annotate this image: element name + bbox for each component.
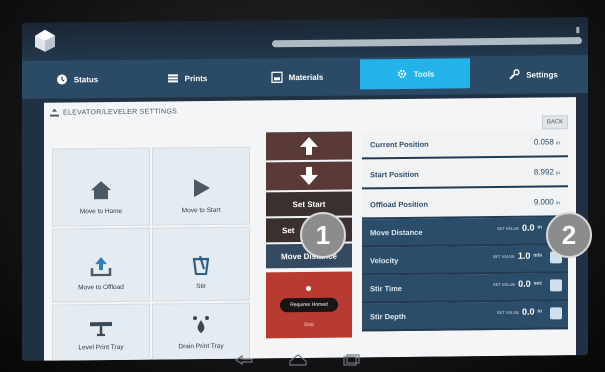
move-down-button[interactable] (266, 161, 352, 191)
tablet-screen: ▮ Status Prints Materials Tools Settings… (22, 17, 588, 361)
velocity-row[interactable]: Velocity SET VALUE 1.0 in/s (362, 245, 568, 276)
row-label: Move Distance (370, 227, 423, 238)
wrench-icon (509, 69, 520, 80)
print-progress-bar (272, 37, 582, 48)
move-to-home-button[interactable]: Move to Home (52, 147, 150, 227)
tile-label: Move to Home (79, 207, 123, 216)
callout-marker-2: 2 (546, 212, 592, 258)
tab-label: Materials (288, 72, 324, 82)
stop-button[interactable]: Requires Homed Stop (266, 271, 352, 339)
stir-depth-row[interactable]: Stir Depth SET VALUE 0.0 in (362, 301, 568, 332)
value-number: 1.0 (517, 250, 531, 261)
panel-title-text: ELEVATOR/LEVELER SETTINGS (63, 107, 178, 117)
set-value-tag: SET VALUE (492, 253, 515, 259)
set-value-tag: SET VALUE (496, 225, 520, 231)
value-number: 0.0 (522, 222, 535, 233)
clock-icon (56, 74, 67, 85)
value-unit: in (556, 140, 560, 147)
recent-apps-icon[interactable] (342, 354, 362, 366)
main-tabs: Status Prints Materials Tools Settings (22, 55, 588, 99)
value-unit: in (556, 200, 560, 207)
stop-dot-icon (306, 285, 311, 291)
home-icon (91, 181, 111, 200)
tab-tools[interactable]: Tools (360, 58, 470, 90)
tile-label: Move to Offload (78, 283, 124, 292)
play-icon (194, 179, 210, 198)
value-unit: in (556, 170, 560, 177)
set-value: SET VALUE 0.0 in (497, 307, 542, 317)
tab-label: Tools (413, 69, 435, 79)
tab-settings[interactable]: Settings (478, 55, 588, 94)
set-value-tag: SET VALUE (496, 309, 520, 315)
stir-icon (192, 255, 210, 276)
edit-pencil-icon[interactable] (550, 307, 562, 320)
start-position-row: Start Position 8.992 in (362, 159, 568, 190)
set-start-button[interactable]: Set Start (266, 191, 352, 217)
top-bar: ▮ (22, 17, 588, 61)
row-label: Stir Time (370, 283, 402, 294)
edit-pencil-icon[interactable] (550, 279, 562, 292)
arrow-down-icon (300, 166, 318, 185)
home-nav-icon[interactable] (288, 354, 308, 366)
tile-label: Stir (196, 283, 206, 291)
stop-label: Stop (303, 321, 315, 329)
requires-homed-label: Requires Homed (280, 297, 338, 313)
arrow-up-icon (300, 136, 318, 155)
row-label: Velocity (370, 256, 399, 266)
row-value: 9.000 in (534, 197, 560, 206)
app-logo-icon (35, 29, 55, 52)
stir-button[interactable]: Stir (152, 226, 250, 302)
tab-status[interactable]: Status (22, 60, 132, 99)
row-label: Start Position (370, 169, 419, 180)
back-nav-icon[interactable] (234, 354, 254, 366)
elevator-icon (50, 108, 59, 117)
value-number: 0.0 (518, 278, 531, 289)
back-button[interactable]: BACK (542, 115, 568, 130)
row-value: 8.992 in (534, 167, 560, 176)
tile-label: Move to Start (181, 206, 221, 215)
elevator-control-column: Set Start Set Move Distance Requires Hom… (266, 131, 352, 339)
move-to-start-button[interactable]: Move to Start (152, 146, 250, 226)
tab-label: Status (73, 74, 99, 84)
materials-icon (271, 71, 283, 83)
set-value: SET VALUE 0.0 sec (493, 279, 542, 290)
row-value: 0.058 in (534, 137, 560, 146)
drain-icon (193, 316, 209, 334)
value-number: 8.992 (533, 167, 554, 177)
row-label: Stir Depth (370, 311, 406, 322)
list-icon (167, 74, 178, 83)
value-unit: sec (533, 280, 542, 287)
value-unit: in (537, 308, 542, 315)
system-nav-bar (0, 352, 605, 372)
value-number: 0.058 (533, 137, 554, 147)
value-unit: in (537, 224, 542, 231)
callout-marker-1: 1 (300, 212, 346, 258)
battery-icon: ▮ (575, 25, 580, 35)
stir-time-row[interactable]: Stir Time SET VALUE 0.0 sec (362, 273, 568, 304)
panel-title: ELEVATOR/LEVELER SETTINGS (50, 107, 178, 117)
set-value-tag: SET VALUE (492, 281, 516, 287)
row-label: Current Position (370, 139, 429, 150)
tile-label: Level Print Tray (78, 343, 124, 352)
move-distance-row[interactable]: Move Distance SET VALUE 0.0 in (362, 217, 568, 248)
tab-label: Prints (184, 73, 208, 83)
level-icon (90, 322, 112, 337)
tab-label: Settings (526, 69, 558, 80)
tile-label: Drain Print Tray (178, 342, 224, 351)
set-value: SET VALUE 0.0 in (497, 223, 542, 233)
set-value: SET VALUE 1.0 in/s (493, 251, 542, 262)
tab-prints[interactable]: Prints (132, 59, 242, 98)
gear-icon (397, 69, 406, 79)
current-position-row: Current Position 0.058 in (362, 129, 568, 160)
value-unit: in/s (533, 252, 542, 259)
value-number: 0.0 (522, 306, 535, 317)
tab-materials[interactable]: Materials (242, 58, 352, 97)
upload-icon (90, 257, 112, 277)
move-to-offload-button[interactable]: Move to Offload (52, 227, 150, 303)
offload-position-row: Offload Position 9.000 in (362, 189, 568, 220)
move-up-button[interactable] (266, 131, 352, 161)
row-label: Offload Position (370, 199, 428, 210)
value-number: 9.000 (533, 197, 554, 207)
